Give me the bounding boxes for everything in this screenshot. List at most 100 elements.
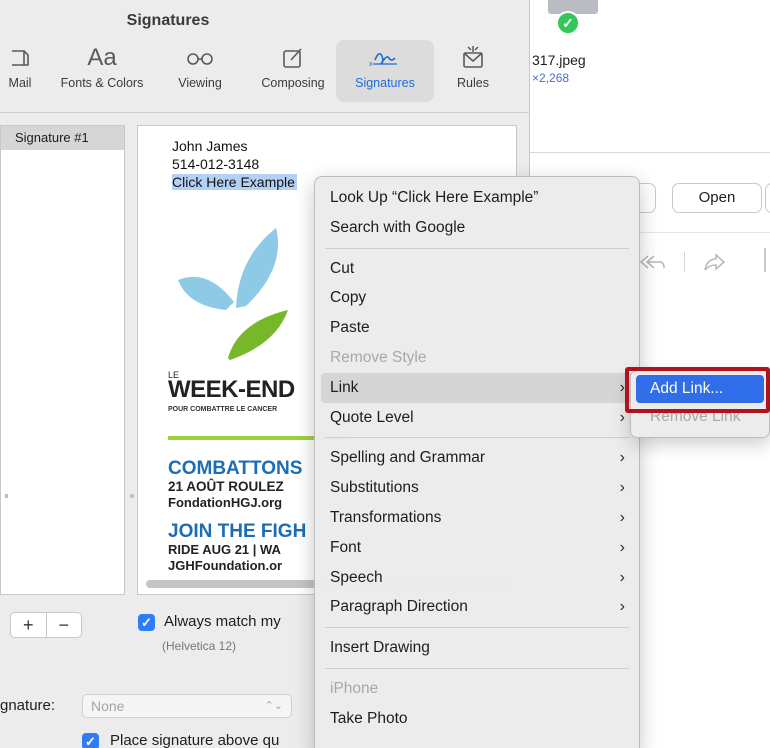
tab-viewing[interactable]: Viewing: [160, 40, 240, 102]
resize-handle[interactable]: [130, 494, 134, 498]
menu-separator: [325, 627, 629, 629]
logo-text-url-fr: FondationHGJ.org: [168, 495, 283, 510]
tab-label: Composing: [261, 76, 325, 90]
menu-item-label: Speech: [330, 568, 383, 586]
signature-link-text[interactable]: Click Here Example: [172, 174, 297, 190]
tab-label: Viewing: [178, 76, 222, 90]
menu-item-label: Insert Drawing: [330, 639, 430, 657]
chevron-right-icon: ›: [619, 449, 625, 467]
logo-text-join: JOIN THE FIGH: [168, 521, 307, 542]
toolbar-divider: [0, 112, 530, 113]
menu-separator: [325, 437, 629, 439]
menu-item-link[interactable]: Link ›: [321, 372, 633, 403]
menu-item-label: Link: [330, 378, 359, 396]
tab-signatures[interactable]: x Signatures: [336, 40, 434, 102]
signature-list[interactable]: Signature #1: [0, 125, 134, 595]
menu-item-label: Copy: [330, 289, 367, 307]
chevron-right-icon: ›: [619, 508, 625, 526]
menu-item-copy[interactable]: Copy: [315, 283, 639, 313]
window-title: Signatures: [126, 12, 210, 29]
logo-text-date-en: RIDE AUG 21 | WA: [168, 542, 281, 557]
menu-item-label: Search with Google: [330, 218, 466, 236]
menu-item-label: Transformations: [330, 508, 442, 526]
menu-item-substitutions[interactable]: Substitutions ›: [315, 473, 639, 503]
tab-label: Fonts & Colors: [60, 76, 144, 90]
menu-separator: [325, 667, 629, 669]
context-menu: Look Up “Click Here Example” Search with …: [314, 176, 640, 748]
logo-text-combattons: COMBATTONS: [168, 458, 303, 479]
menu-separator: [325, 247, 629, 249]
choose-signature-label: gnature:: [0, 697, 56, 714]
svg-text:x: x: [369, 61, 373, 68]
place-above-label: Place signature above qu: [110, 732, 280, 748]
menu-item-quote-level[interactable]: Quote Level ›: [315, 403, 639, 433]
menu-item-paste[interactable]: Paste: [315, 313, 639, 343]
remove-signature-button[interactable]: −: [47, 613, 82, 637]
menu-item-label: iPhone: [330, 679, 379, 697]
chevron-right-icon: ›: [619, 479, 625, 497]
forward-icon[interactable]: [700, 250, 730, 274]
menu-item-spelling-and-grammar[interactable]: Spelling and Grammar ›: [315, 443, 639, 473]
tab-rules[interactable]: Rules: [448, 40, 498, 102]
attachment-dimensions: ×2,268: [532, 71, 570, 85]
choose-signature-select[interactable]: None ⌃⌄: [82, 694, 292, 718]
chevron-right-icon: ›: [619, 568, 625, 586]
signature-phone[interactable]: 514-012-3148: [172, 156, 259, 172]
menu-item-label: Remove Style: [330, 348, 427, 366]
menu-item-speech[interactable]: Speech ›: [315, 563, 639, 593]
menu-item-label: Take Photo: [330, 709, 408, 727]
butterfly-logo-icon: [178, 228, 288, 360]
resize-handle[interactable]: [5, 494, 8, 498]
toolbar-button-edge[interactable]: [765, 183, 770, 213]
menu-item-iphone[interactable]: iPhone: [315, 674, 639, 704]
reply-all-icon[interactable]: [636, 250, 666, 274]
menu-item-take-photo[interactable]: Take Photo: [315, 704, 639, 734]
signature-name[interactable]: John James: [172, 138, 247, 154]
menu-item-label: Paste: [330, 319, 370, 337]
place-above-checkbox[interactable]: ✓: [82, 733, 99, 748]
tab-composing[interactable]: Composing: [248, 40, 338, 102]
menu-item-label: Font: [330, 538, 362, 556]
list-item[interactable]: Signature #1: [1, 126, 124, 150]
tab-fonts-colors[interactable]: Aa Fonts & Colors: [52, 40, 152, 102]
compose-icon: [248, 40, 338, 76]
fonts-icon: Aa: [87, 44, 117, 71]
open-button[interactable]: Open: [672, 183, 762, 213]
menu-item-insert-drawing[interactable]: Insert Drawing: [315, 633, 639, 663]
menu-item-label: Look Up “Click Here Example”: [330, 189, 539, 206]
logo-text-tagline: POUR COMBATTRE LE CANCER: [168, 406, 278, 413]
rules-icon: [448, 40, 498, 76]
menu-item-label: Quote Level: [330, 408, 414, 426]
always-match-label: Always match my: [164, 613, 281, 630]
toolbar-separator: [684, 252, 685, 272]
annotation-highlight-box: [625, 367, 770, 413]
signature-icon: x: [336, 40, 434, 76]
chevron-right-icon: ›: [619, 598, 625, 616]
tab-mail[interactable]: Mail: [0, 40, 40, 102]
menu-item-cut[interactable]: Cut: [315, 254, 639, 284]
menu-item-label: Spelling and Grammar: [330, 449, 486, 467]
menu-item-look-up-click-here-example[interactable]: Look Up “Click Here Example”: [315, 183, 639, 213]
always-match-checkbox[interactable]: ✓: [138, 614, 155, 631]
tab-label: Signatures: [355, 76, 415, 90]
attachment-file-name: 317.jpeg: [532, 52, 586, 68]
add-signature-button[interactable]: +: [11, 613, 46, 637]
select-value: None: [91, 698, 125, 714]
mail-icon: [0, 40, 40, 76]
menu-item-search-with-google[interactable]: Search with Google: [315, 213, 639, 243]
tab-label: Mail: [8, 76, 32, 90]
checkmark-badge-icon: ✓: [556, 11, 580, 35]
logo-text-url-en: JGHFoundation.or: [168, 558, 283, 573]
logo-text-date-fr: 21 AOÛT ROULEZ: [168, 479, 284, 494]
menu-item-font[interactable]: Font ›: [315, 533, 639, 563]
menu-item-transformations[interactable]: Transformations ›: [315, 503, 639, 533]
chevron-right-icon: ›: [619, 538, 625, 556]
glasses-icon: [160, 40, 240, 76]
menu-item-paragraph-direction[interactable]: Paragraph Direction ›: [315, 592, 639, 622]
list-buttons: + −: [10, 612, 82, 638]
menu-item-remove-style[interactable]: Remove Style: [315, 343, 639, 373]
menu-item-label: Paragraph Direction: [330, 598, 468, 616]
logo-text-weekend: WEEK-END: [168, 376, 295, 403]
menu-item-label: Substitutions: [330, 479, 419, 497]
toolbar-edge: [764, 248, 766, 272]
